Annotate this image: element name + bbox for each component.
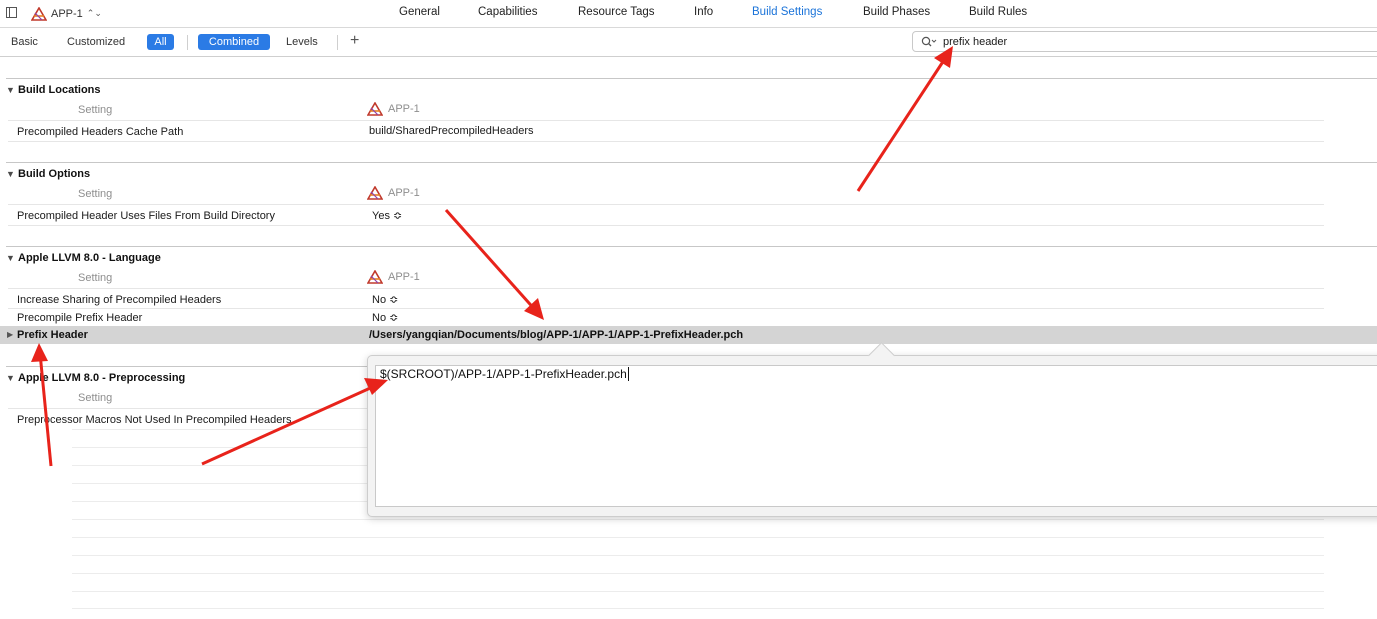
section-title[interactable]: Build Options — [18, 168, 90, 180]
tab-build-rules[interactable]: Build Rules — [969, 6, 1027, 18]
section-title[interactable]: Apple LLVM 8.0 - Language — [18, 252, 161, 264]
target-selector[interactable]: APP-1 ⌃⌄ — [31, 6, 102, 21]
row-divider — [8, 225, 1324, 226]
divider — [187, 35, 188, 50]
editor-tab-bar: APP-1 ⌃⌄ General Capabilities Resource T… — [0, 0, 1377, 28]
setting-label[interactable]: Preprocessor Macros Not Used In Precompi… — [17, 414, 292, 426]
section-title[interactable]: Build Locations — [18, 84, 101, 96]
value-text-area[interactable] — [375, 365, 1377, 507]
tab-build-phases[interactable]: Build Phases — [863, 6, 930, 18]
column-header-setting: Setting — [78, 104, 113, 116]
column-header-setting: Setting — [78, 188, 113, 200]
sidebar-toggle-icon[interactable] — [6, 7, 17, 18]
row-divider — [8, 120, 1324, 121]
filter-levels[interactable]: Levels — [286, 36, 318, 48]
target-label: APP-1 — [388, 271, 420, 283]
tab-info[interactable]: Info — [694, 6, 713, 18]
search-icon — [921, 36, 937, 51]
disclosure-triangle-icon[interactable]: ▼ — [6, 85, 15, 95]
row-divider — [8, 141, 1324, 142]
setting-label[interactable]: Increase Sharing of Precompiled Headers — [17, 294, 221, 306]
disclosure-triangle-icon[interactable]: ▼ — [6, 169, 15, 179]
column-header-setting: Setting — [78, 272, 113, 284]
filter-combined[interactable]: Combined — [198, 34, 270, 50]
section-divider — [6, 246, 1377, 247]
add-setting-icon[interactable]: + — [350, 32, 359, 50]
filter-all[interactable]: All — [147, 34, 174, 50]
column-header-target: APP-1 — [367, 102, 420, 116]
section-divider — [6, 162, 1377, 163]
setting-label[interactable]: Precompiled Headers Cache Path — [17, 126, 183, 138]
search-input[interactable]: prefix header — [943, 36, 1007, 48]
empty-row-divider — [72, 591, 1324, 592]
search-field[interactable]: prefix header — [912, 31, 1377, 52]
disclosure-triangle-icon[interactable]: ▶ — [7, 330, 13, 339]
empty-row-divider — [72, 555, 1324, 556]
column-header-target: APP-1 — [367, 186, 420, 200]
app-target-icon — [367, 270, 383, 284]
setting-label[interactable]: Precompiled Header Uses Files From Build… — [17, 210, 275, 222]
setting-value-popup[interactable]: No ≎ — [372, 311, 398, 324]
value-text-input[interactable]: $(SRCROOT)/APP-1/APP-1-PrefixHeader.pch — [380, 367, 629, 381]
tab-general[interactable]: General — [399, 6, 440, 18]
row-divider — [8, 204, 1324, 205]
chevron-updown-icon: ⌃⌄ — [86, 8, 102, 18]
tab-resource-tags[interactable]: Resource Tags — [578, 6, 655, 18]
setting-value-popup[interactable]: Yes ≎ — [372, 209, 402, 222]
disclosure-triangle-icon[interactable]: ▼ — [6, 373, 15, 383]
empty-row-divider — [72, 573, 1324, 574]
app-target-icon — [367, 186, 383, 200]
app-target-icon — [367, 102, 383, 116]
disclosure-triangle-icon[interactable]: ▼ — [6, 253, 15, 263]
filter-basic[interactable]: Basic — [11, 36, 38, 48]
setting-value[interactable]: build/SharedPrecompiledHeaders — [369, 125, 533, 137]
arrow-to-prefix-header-label — [31, 343, 53, 467]
arrow-to-prefix-path — [444, 209, 544, 320]
target-name: APP-1 — [51, 7, 83, 20]
setting-value-popup[interactable]: No ≎ — [372, 293, 398, 306]
column-header-setting: Setting — [78, 392, 113, 404]
app-target-icon — [31, 6, 47, 21]
setting-value[interactable]: /Users/yangqian/Documents/blog/APP-1/APP… — [369, 329, 743, 341]
annotation-arrows — [31, 46, 953, 467]
section-title[interactable]: Apple LLVM 8.0 - Preprocessing — [18, 372, 185, 384]
tab-capabilities[interactable]: Capabilities — [478, 6, 537, 18]
target-label: APP-1 — [388, 187, 420, 199]
arrow-to-search — [856, 46, 953, 192]
empty-row-divider — [72, 608, 1324, 609]
row-divider — [8, 288, 1324, 289]
setting-label[interactable]: Prefix Header — [17, 329, 88, 341]
column-header-target: APP-1 — [367, 270, 420, 284]
filter-customized[interactable]: Customized — [67, 36, 125, 48]
setting-label[interactable]: Precompile Prefix Header — [17, 312, 142, 324]
divider — [337, 35, 338, 50]
selected-setting-row[interactable]: ▶ Prefix Header /Users/yangqian/Document… — [0, 326, 1377, 344]
tab-build-settings[interactable]: Build Settings — [752, 6, 822, 18]
section-divider — [6, 78, 1377, 79]
empty-row-divider — [72, 537, 1324, 538]
row-divider — [8, 308, 1324, 309]
target-label: APP-1 — [388, 103, 420, 115]
empty-row-divider — [72, 519, 1324, 520]
